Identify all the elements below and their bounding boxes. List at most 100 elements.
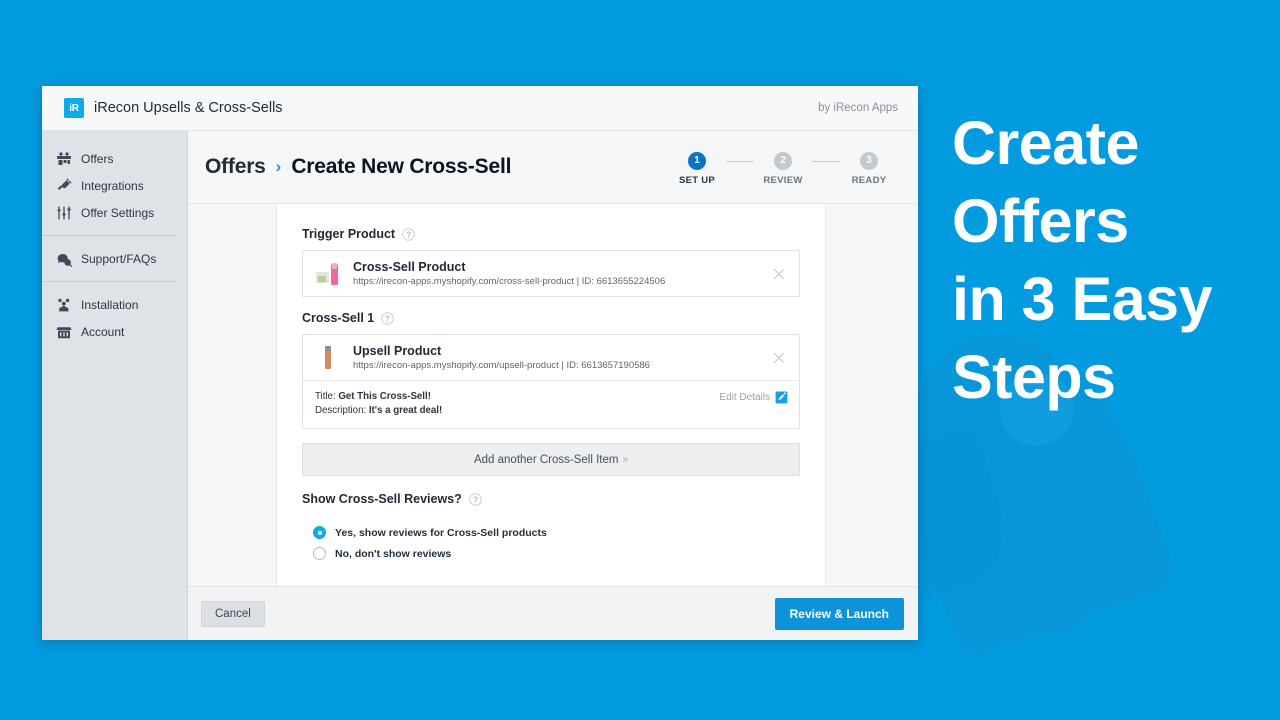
- crosssell-title-line: Title: Get This Cross-Sell!: [315, 390, 719, 404]
- add-another-crosssell-button[interactable]: Add another Cross-Sell Item »: [302, 443, 800, 476]
- trigger-product-row: Cross-Sell Product https://irecon-apps.m…: [303, 251, 799, 296]
- show-reviews-radio-group: Yes, show reviews for Cross-Sell product…: [302, 522, 800, 586]
- app-body: Offers Integrations Offer Settings Suppo…: [42, 131, 918, 640]
- form-area: Trigger Product ? Cross-Sell Product htt…: [188, 204, 918, 586]
- lotion-bottle-thumbnail: [315, 261, 341, 287]
- sidebar-item-label: Offers: [81, 151, 114, 166]
- sidebar-item-offer-settings[interactable]: Offer Settings: [42, 199, 187, 226]
- sidebar-item-offers[interactable]: Offers: [42, 145, 187, 172]
- content-column: Offers › Create New Cross-Sell 1 SET UP …: [188, 131, 918, 640]
- promo-line-1: Create: [952, 109, 1139, 177]
- sidebar-item-label: Account: [81, 324, 125, 339]
- help-icon[interactable]: ?: [469, 492, 482, 506]
- help-icon[interactable]: ?: [381, 311, 394, 325]
- step-review[interactable]: 2 REVIEW: [754, 152, 812, 186]
- app-footer: Cancel Review & Launch: [188, 586, 918, 640]
- svg-text:?: ?: [473, 495, 478, 504]
- sidebar-divider: [42, 235, 177, 236]
- sidebar-item-integrations[interactable]: Integrations: [42, 172, 187, 199]
- progress-stepper: 1 SET UP 2 REVIEW 3 READY: [668, 148, 898, 186]
- app-window: iR iRecon Upsells & Cross-Sells by iReco…: [42, 86, 918, 640]
- review-and-launch-button[interactable]: Review & Launch: [774, 597, 904, 630]
- sidebar: Offers Integrations Offer Settings Suppo…: [42, 131, 188, 640]
- radio-no-indicator[interactable]: [313, 547, 326, 560]
- trigger-product-box: Cross-Sell Product https://irecon-apps.m…: [302, 250, 800, 297]
- irecon-logo-icon: iR: [64, 98, 84, 118]
- step-number: 3: [860, 152, 878, 170]
- radio-no-label: No, don't show reviews: [335, 547, 452, 560]
- promo-headline: Create Offers in 3 Easy Steps: [952, 104, 1272, 416]
- sidebar-item-installation[interactable]: Installation: [42, 291, 187, 318]
- radio-yes-indicator[interactable]: [313, 526, 326, 539]
- step-connector: [812, 161, 840, 162]
- store-icon: [56, 324, 72, 340]
- cancel-button[interactable]: Cancel: [201, 600, 265, 627]
- radio-option-no[interactable]: No, don't show reviews: [302, 543, 800, 564]
- trigger-product-info: Cross-Sell Product https://irecon-apps.m…: [353, 260, 758, 287]
- breadcrumb-offers[interactable]: Offers: [205, 155, 266, 179]
- svg-text:?: ?: [385, 314, 390, 323]
- chat-help-icon: [56, 251, 72, 267]
- crosssell-description-value: It's a great deal!: [368, 405, 443, 416]
- show-reviews-label: Show Cross-Sell Reviews? ?: [302, 492, 800, 506]
- crosssell-product-meta: https://irecon-apps.myshopify.com/upsell…: [353, 360, 650, 371]
- sidebar-item-account[interactable]: Account: [42, 318, 187, 345]
- trigger-product-name: Cross-Sell Product: [353, 260, 466, 274]
- remove-trigger-product-icon[interactable]: [770, 265, 788, 283]
- sidebar-item-label: Offer Settings: [81, 205, 155, 220]
- sidebar-item-label: Installation: [81, 297, 139, 312]
- app-byline: by iRecon Apps: [818, 102, 898, 114]
- promo-line-2: Offers: [952, 187, 1129, 255]
- plug-icon: [56, 178, 72, 194]
- trigger-product-label-text: Trigger Product: [302, 227, 396, 241]
- trigger-product-label: Trigger Product ?: [302, 227, 800, 241]
- double-chevron-icon: »: [622, 454, 628, 465]
- remove-crosssell-product-icon[interactable]: [770, 349, 788, 367]
- app-title: iRecon Upsells & Cross-Sells: [94, 100, 283, 116]
- help-icon[interactable]: ?: [402, 227, 415, 241]
- crosssell-details: Title: Get This Cross-Sell! Description:…: [303, 381, 799, 428]
- chevron-right-icon: ›: [275, 157, 282, 176]
- crosssell-detail-lines: Title: Get This Cross-Sell! Description:…: [315, 390, 719, 418]
- step-label: READY: [851, 175, 887, 186]
- crosssell-product-box: Upsell Product https://irecon-apps.mysho…: [302, 334, 800, 429]
- sidebar-divider: [42, 281, 177, 282]
- sidebar-item-label: Support/FAQs: [81, 251, 157, 266]
- step-label: REVIEW: [763, 175, 803, 186]
- page-title: Create New Cross-Sell: [291, 155, 512, 178]
- trigger-product-meta: https://irecon-apps.myshopify.com/cross-…: [353, 276, 666, 287]
- step-connector: [726, 161, 754, 162]
- crosssell-product-info: Upsell Product https://irecon-apps.mysho…: [353, 344, 758, 371]
- install-icon: [56, 297, 72, 313]
- page-header: Offers › Create New Cross-Sell 1 SET UP …: [188, 131, 918, 204]
- app-topbar: iR iRecon Upsells & Cross-Sells by iReco…: [42, 86, 918, 131]
- sidebar-item-support-faqs[interactable]: Support/FAQs: [42, 245, 187, 272]
- edit-details-button[interactable]: Edit Details: [719, 390, 788, 404]
- offers-icon: [56, 151, 72, 167]
- crosssell-description-prefix: Description:: [315, 405, 369, 416]
- sidebar-item-label: Integrations: [81, 178, 144, 193]
- rocket-tail-icon: [1013, 552, 1097, 643]
- radio-option-yes[interactable]: Yes, show reviews for Cross-Sell product…: [302, 522, 800, 543]
- radio-yes-label: Yes, show reviews for Cross-Sell product…: [335, 526, 547, 539]
- crosssell-description-line: Description: It's a great deal!: [315, 404, 719, 418]
- step-label: SET UP: [678, 175, 716, 186]
- crosssell-1-label-text: Cross-Sell 1: [302, 311, 375, 325]
- crosssell-product-name: Upsell Product: [353, 344, 442, 358]
- step-number: 2: [774, 152, 792, 170]
- offer-form-card: Trigger Product ? Cross-Sell Product htt…: [276, 204, 826, 586]
- step-setup[interactable]: 1 SET UP: [668, 152, 726, 186]
- step-ready[interactable]: 3 READY: [840, 152, 898, 186]
- sliders-icon: [56, 205, 72, 221]
- crosssell-title-prefix: Title:: [315, 391, 339, 402]
- crosssell-1-label: Cross-Sell 1 ?: [302, 311, 800, 325]
- promo-line-3: in 3 Easy: [952, 265, 1213, 333]
- promo-line-4: Steps: [952, 343, 1116, 411]
- add-another-label: Add another Cross-Sell Item: [473, 453, 619, 466]
- tube-product-thumbnail: [315, 345, 341, 371]
- edit-pencil-icon: [775, 391, 788, 404]
- svg-text:?: ?: [406, 230, 411, 239]
- crosssell-product-row: Upsell Product https://irecon-apps.mysho…: [303, 335, 799, 380]
- step-number: 1: [688, 152, 706, 170]
- show-reviews-label-text: Show Cross-Sell Reviews?: [302, 492, 462, 506]
